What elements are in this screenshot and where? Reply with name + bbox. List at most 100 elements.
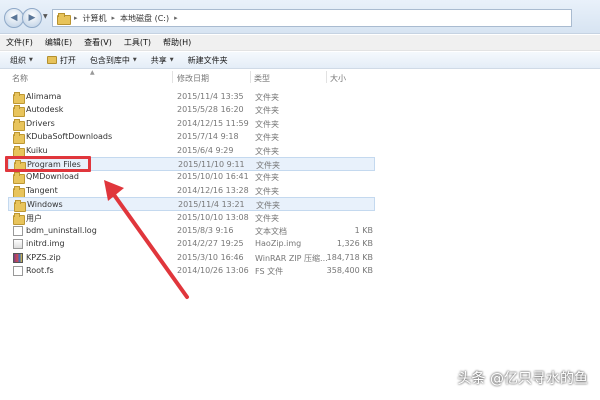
- file-date: 2015/10/10 13:08: [177, 212, 249, 222]
- file-type: HaoZip.img: [255, 239, 302, 249]
- include-in-library-button[interactable]: 包含到库中 ▼: [90, 55, 137, 66]
- chevron-right-icon[interactable]: ▸: [174, 14, 178, 22]
- file-row[interactable]: Autodesk 2015/5/28 16:20 文件夹: [8, 103, 375, 118]
- file-date: 2014/12/15 11:59: [177, 118, 249, 128]
- file-name: Root.fs: [26, 266, 54, 276]
- disk-image-icon: [13, 239, 23, 250]
- file-type: 文件夹: [255, 119, 279, 129]
- file-date: 2015/11/4 13:21: [178, 200, 245, 210]
- include-in-library-label: 包含到库中: [89, 55, 130, 65]
- file-row[interactable]: Root.fs 2014/10/26 13:06 FS 文件 358,400 KB: [8, 264, 375, 278]
- file-type: 文件夹: [256, 201, 280, 211]
- file-row[interactable]: 用户 2015/10/10 13:08 文件夹: [8, 211, 375, 225]
- breadcrumb-local-disk[interactable]: 本地磁盘 (C:): [120, 13, 169, 24]
- file-name: initrd.img: [26, 239, 65, 249]
- menu-edit[interactable]: 编辑(E): [45, 37, 72, 48]
- address-bar-row: ◀ ▶ ▼ ▸ 计算机 ▸ 本地磁盘 (C:) ▸: [0, 0, 600, 34]
- address-input[interactable]: ▸ 计算机 ▸ 本地磁盘 (C:) ▸: [52, 9, 572, 27]
- chevron-right-icon[interactable]: ▸: [112, 14, 116, 22]
- folder-icon: [14, 200, 26, 213]
- file-date: 2015/3/10 16:46: [177, 252, 244, 262]
- folder-icon: [13, 185, 25, 198]
- file-type: 文件夹: [256, 161, 280, 170]
- column-divider[interactable]: [250, 71, 251, 83]
- back-button[interactable]: ◀: [4, 8, 24, 28]
- caret-down-icon: ▼: [169, 57, 174, 63]
- organize-button[interactable]: 组织 ▼: [10, 55, 33, 66]
- column-date[interactable]: 修改日期: [177, 73, 209, 84]
- file-name: Kuiku: [26, 145, 48, 155]
- highlight-box: [5, 156, 91, 172]
- file-size: 1 KB: [354, 226, 373, 235]
- command-toolbar: 组织 ▼ 打开 包含到库中 ▼ 共享 ▼ 新建文件夹: [0, 52, 600, 69]
- file-size: 184,718 KB: [326, 252, 373, 262]
- file-type: 文件夹: [255, 146, 279, 156]
- open-button[interactable]: 打开: [46, 55, 76, 66]
- file-row[interactable]: KPZS.zip 2015/3/10 16:46 WinRAR ZIP 压缩... 1…: [8, 251, 375, 265]
- file-date: 2015/11/4 13:35: [177, 92, 244, 101]
- document-icon: [13, 266, 23, 277]
- folder-icon: [13, 212, 25, 225]
- file-name: bdm_uninstall.log: [26, 226, 97, 235]
- file-type: 文件夹: [255, 133, 279, 143]
- menu-view[interactable]: 查看(V): [84, 37, 112, 48]
- column-type[interactable]: 类型: [254, 73, 270, 84]
- file-row[interactable]: Windows 2015/11/4 13:21 文件夹: [8, 197, 375, 213]
- sort-up-icon: ▲: [90, 69, 95, 76]
- file-date: 2015/5/28 16:20: [177, 105, 244, 115]
- file-size: 1,326 KB: [336, 239, 373, 249]
- share-button[interactable]: 共享 ▼: [151, 55, 174, 66]
- column-divider[interactable]: [326, 71, 327, 83]
- folder-icon: [13, 105, 25, 118]
- organize-label: 组织: [10, 55, 26, 65]
- forward-button[interactable]: ▶: [22, 8, 42, 28]
- file-name: Alimama: [26, 92, 62, 101]
- file-row[interactable]: Tangent 2014/12/16 13:28 文件夹: [8, 184, 375, 198]
- file-name: QMDownload: [26, 172, 79, 182]
- file-name: KPZS.zip: [26, 252, 61, 262]
- file-name: Drivers: [26, 118, 55, 128]
- column-divider[interactable]: [172, 71, 173, 83]
- file-row[interactable]: Drivers 2014/12/15 11:59 文件夹: [8, 117, 375, 131]
- file-date: 2014/12/16 13:28: [177, 185, 249, 195]
- chevron-right-icon[interactable]: ▸: [74, 14, 78, 22]
- document-icon: [13, 226, 23, 236]
- file-name: Autodesk: [26, 105, 64, 115]
- file-type: 文件夹: [255, 186, 279, 196]
- column-size[interactable]: 大小: [330, 73, 346, 84]
- breadcrumb-computer[interactable]: 计算机: [83, 13, 107, 24]
- file-size: 358,400 KB: [326, 266, 373, 276]
- open-folder-icon: [46, 56, 57, 64]
- caret-down-icon: ▼: [29, 57, 33, 63]
- file-type: 文件夹: [255, 106, 279, 116]
- column-name[interactable]: 名称: [12, 73, 28, 84]
- menu-file[interactable]: 文件(F): [6, 37, 33, 48]
- file-row[interactable]: Alimama 2015/11/4 13:35 文件夹: [8, 90, 375, 104]
- folder-icon: [13, 132, 25, 145]
- file-row[interactable]: QMDownload 2015/10/10 16:41 文件夹: [8, 170, 375, 185]
- folder-icon: [13, 145, 25, 158]
- file-row[interactable]: initrd.img 2014/2/27 19:25 HaoZip.img 1,326…: [8, 237, 375, 251]
- file-date: 2015/10/10 16:41: [177, 172, 249, 182]
- folder-icon: [13, 118, 25, 131]
- menu-tools[interactable]: 工具(T): [124, 37, 151, 48]
- file-row[interactable]: KDubaSoftDownloads 2015/7/14 9:18 文件夹: [8, 130, 375, 145]
- folder-icon: [13, 172, 25, 185]
- file-date: 2014/2/27 19:25: [177, 239, 244, 249]
- file-date: 2015/8/3 9:16: [177, 226, 234, 235]
- file-date: 2015/7/14 9:18: [177, 132, 239, 142]
- file-date: 2015/6/4 9:29: [177, 145, 234, 155]
- new-folder-button[interactable]: 新建文件夹: [188, 55, 228, 66]
- file-row[interactable]: bdm_uninstall.log 2015/8/3 9:16 文本文档 1 KB: [8, 224, 375, 238]
- file-name: 用户: [26, 213, 42, 223]
- file-name: KDubaSoftDownloads: [26, 132, 113, 142]
- folder-icon: [13, 92, 25, 104]
- file-type: 文件夹: [255, 213, 279, 223]
- menu-help[interactable]: 帮助(H): [163, 37, 191, 48]
- computer-icon: [57, 13, 71, 25]
- file-name: Windows: [27, 200, 63, 210]
- recent-pages-dropdown-icon[interactable]: ▼: [43, 13, 48, 20]
- file-date: 2014/10/26 13:06: [177, 266, 249, 276]
- watermark-text: 头条 @亿只寻水的鱼: [457, 371, 588, 387]
- open-label: 打开: [59, 55, 76, 65]
